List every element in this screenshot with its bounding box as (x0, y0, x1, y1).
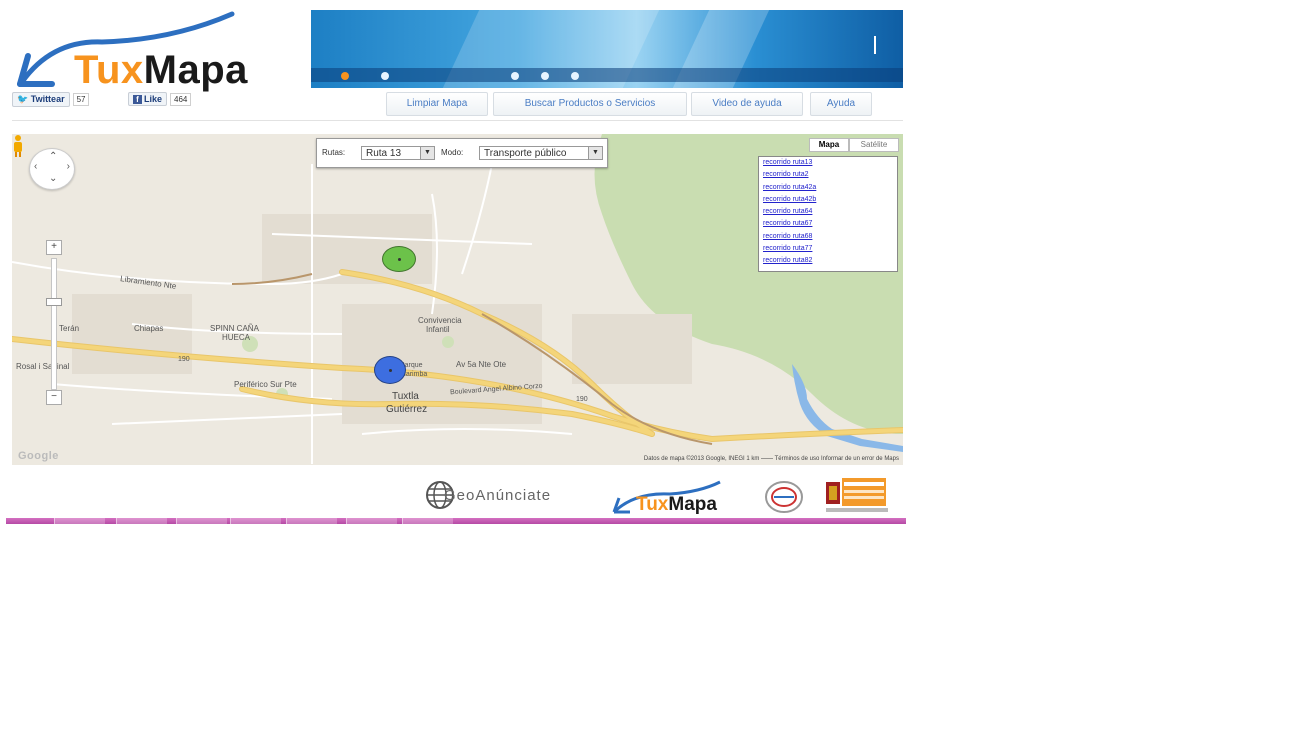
route-list: recorrido ruta13 recorrido ruta2 recorri… (758, 156, 898, 272)
route-link[interactable]: recorrido ruta13 (759, 157, 897, 169)
route-link[interactable]: recorrido ruta77 (759, 243, 897, 255)
chiapas-government-logo[interactable] (826, 478, 888, 514)
google-logo[interactable]: Google (18, 450, 59, 462)
route-label: Rutas: (322, 148, 346, 157)
facebook-count: 464 (170, 93, 192, 106)
map-city-label: Tuxtla (392, 391, 419, 402)
route-start-marker[interactable] (382, 246, 416, 272)
route-link[interactable]: recorrido ruta42b (759, 194, 897, 206)
map-canvas[interactable]: Libramiento Nte Chiapas SPINN CAÑA HUECA… (12, 134, 903, 465)
mode-label: Modo: (441, 148, 464, 157)
facebook-like-button[interactable]: f Like (128, 92, 168, 106)
mode-select-value: Transporte público (484, 148, 567, 159)
route-control-panel: Rutas: Ruta 13 ▼ Modo: Transporte públic… (316, 138, 608, 168)
seal-icon (765, 481, 803, 513)
twitter-count: 57 (72, 93, 90, 106)
map-type-control: Mapa Satélite (809, 138, 899, 152)
map-city-label: Gutiérrez (386, 404, 428, 415)
route-end-marker[interactable] (374, 356, 406, 384)
map-label: Infantil (426, 325, 450, 334)
route-link[interactable]: recorrido ruta68 (759, 231, 897, 243)
geoanunciate-logo[interactable]: GeoAnúnciate (422, 480, 588, 510)
pegman-icon[interactable] (12, 134, 24, 158)
facebook-icon: f (133, 95, 142, 104)
zoom-slider[interactable] (51, 258, 57, 390)
zoom-in-icon[interactable]: + (46, 240, 62, 255)
route-link[interactable]: recorrido ruta67 (759, 218, 897, 230)
banner-dot (381, 72, 389, 80)
route-select[interactable]: Ruta 13 ▼ (361, 146, 435, 160)
mode-select[interactable]: Transporte público ▼ (479, 146, 603, 160)
taskbar-button[interactable] (402, 518, 453, 524)
map-label: HUECA (222, 333, 251, 342)
footer-tuxmapa-logo[interactable]: TuxMapa (610, 480, 755, 516)
clear-map-button[interactable]: Limpiar Mapa (386, 92, 488, 116)
map-label: Convivencia (418, 316, 462, 325)
facebook-label: Like (144, 94, 163, 104)
government-seal-icon (826, 478, 888, 512)
seal-logo-icon[interactable] (764, 480, 804, 514)
os-taskbar (6, 518, 906, 524)
geoanunciate-text: GeoAnúnciate (444, 487, 552, 504)
map-label: Rosal i Sabinal (16, 362, 70, 371)
page: TuxMapa 🐦 Twittear 57 f Like 464 Limpiar Ma… (6, 6, 906, 518)
map-label: 190 (576, 396, 588, 403)
taskbar-button[interactable] (230, 518, 281, 524)
search-products-button[interactable]: Buscar Productos o Servicios (493, 92, 687, 116)
banner-dot (341, 72, 349, 80)
header-banner (311, 10, 903, 88)
banner-dot (511, 72, 519, 80)
taskbar-button[interactable] (286, 518, 337, 524)
map-label: Chiapas (134, 324, 164, 333)
twitter-widget[interactable]: 🐦 Twittear 57 (12, 92, 90, 107)
banner-dot (571, 72, 579, 80)
twitter-button[interactable]: 🐦 Twittear (12, 92, 70, 107)
footer-logo-mapa: Mapa (668, 494, 717, 515)
footer-logo-text: TuxMapa (636, 494, 717, 516)
map-label: 190 (178, 356, 190, 363)
taskbar-button[interactable] (54, 518, 105, 524)
select-arrow-icon: ▼ (588, 147, 602, 159)
banner-dot (541, 72, 549, 80)
route-link[interactable]: recorrido ruta2 (759, 169, 897, 181)
map-label: Periférico Sur Pte (234, 380, 297, 389)
route-link[interactable]: recorrido ruta82 (759, 255, 897, 267)
banner-stripe (311, 68, 903, 82)
route-link[interactable]: recorrido ruta42a (759, 182, 897, 194)
taskbar-button[interactable] (346, 518, 397, 524)
twitter-label: Twittear (30, 94, 65, 104)
select-arrow-icon: ▼ (420, 147, 434, 159)
map-label: Terán (59, 324, 80, 333)
help-button[interactable]: Ayuda (810, 92, 872, 116)
route-select-value: Ruta 13 (366, 148, 402, 159)
footer-logo-tux: Tux (636, 494, 669, 515)
logo-text: TuxMapa (74, 48, 248, 93)
map-label: Av 5a Nte Ote (456, 360, 507, 369)
logo-mapa: Mapa (143, 48, 248, 92)
taskbar-button[interactable] (176, 518, 227, 524)
header-divider (12, 120, 903, 121)
twitter-bird-icon: 🐦 (17, 94, 29, 104)
map-label: SPINN CAÑA (210, 324, 259, 333)
pan-control-icon[interactable]: ⌃ ‹ › ⌄ (29, 148, 75, 190)
route-link[interactable]: recorrido ruta64 (759, 206, 897, 218)
map-attribution[interactable]: Datos de mapa ©2013 Google, INEGI 1 km ⎯… (644, 456, 899, 463)
zoom-out-icon[interactable]: − (46, 390, 62, 405)
logo-tux: Tux (74, 48, 144, 92)
zoom-slider-thumb[interactable] (46, 298, 62, 306)
taskbar-button[interactable] (116, 518, 167, 524)
banner-mark (874, 36, 876, 54)
help-video-button[interactable]: Video de ayuda (691, 92, 803, 116)
map-type-satellite-button[interactable]: Satélite (849, 138, 899, 152)
map-type-map-button[interactable]: Mapa (809, 138, 849, 152)
facebook-widget[interactable]: f Like 464 (128, 92, 192, 106)
tuxmapa-logo[interactable]: TuxMapa (12, 10, 302, 92)
